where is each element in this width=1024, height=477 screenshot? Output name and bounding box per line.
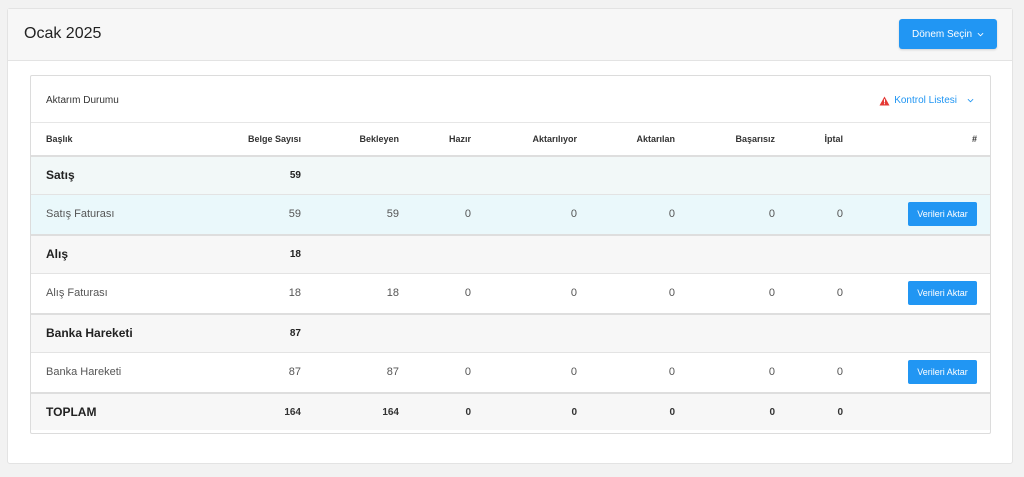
column-header-pending: Bekleyen [301, 123, 399, 157]
total-ready: 0 [399, 393, 471, 430]
table-row-purchase-invoice: Alış Faturası 18 18 0 0 0 0 0 Verileri A… [31, 273, 990, 315]
document-count-cell: 59 [171, 194, 301, 236]
row-title: Alış Faturası [31, 273, 171, 315]
group-row-sales: Satış 59 [31, 156, 990, 195]
group-row-bank-transactions: Banka Hareketi 87 [31, 314, 990, 353]
transfer-status-table: Başlık Belge Sayısı Bekleyen Hazır Aktar… [31, 123, 990, 430]
column-header-failed: Başarısız [675, 123, 775, 157]
total-label: TOPLAM [31, 393, 171, 430]
pending-cell: 87 [301, 352, 399, 394]
period-select-label: Dönem Seçin [911, 28, 973, 40]
total-pending: 164 [301, 393, 399, 430]
transfer-data-button[interactable]: Verileri Aktar [908, 360, 977, 385]
transfer-data-button[interactable]: Verileri Aktar [908, 202, 977, 227]
table-row-bank-transaction: Banka Hareketi 87 87 0 0 0 0 0 Verileri … [31, 352, 990, 394]
warning-triangle-icon [879, 96, 890, 105]
page-header: Ocak 2025 Dönem Seçin [8, 9, 1012, 61]
ready-cell: 0 [399, 194, 471, 236]
total-row: TOPLAM 164 164 0 0 0 0 0 [31, 393, 990, 430]
ready-cell: 0 [399, 352, 471, 394]
action-cell: Verileri Aktar [843, 352, 990, 394]
group-count: 87 [171, 314, 301, 353]
pending-cell: 59 [301, 194, 399, 236]
period-select-button[interactable]: Dönem Seçin [899, 19, 997, 49]
action-cell: Verileri Aktar [843, 273, 990, 315]
column-header-transferring: Aktarılıyor [471, 123, 577, 157]
transfer-status-panel: Aktarım Durumu Kontrol Listesi Başlık Be… [30, 75, 991, 434]
failed-cell: 0 [675, 352, 775, 394]
cancelled-cell: 0 [775, 273, 843, 315]
group-count: 18 [171, 235, 301, 274]
column-header-transferred: Aktarılan [577, 123, 675, 157]
group-count: 59 [171, 156, 301, 195]
row-title: Banka Hareketi [31, 352, 171, 394]
group-label: Alış [31, 235, 171, 274]
transfer-data-button[interactable]: Verileri Aktar [908, 281, 977, 306]
page-card: Ocak 2025 Dönem Seçin Aktarım Durumu Kon… [7, 8, 1013, 464]
panel-title: Aktarım Durumu [46, 95, 119, 106]
table-header-row: Başlık Belge Sayısı Bekleyen Hazır Aktar… [31, 123, 990, 157]
cancelled-cell: 0 [775, 352, 843, 394]
pending-cell: 18 [301, 273, 399, 315]
action-cell: Verileri Aktar [843, 194, 990, 236]
group-label: Satış [31, 156, 171, 195]
column-header-actions: # [843, 123, 990, 157]
failed-cell: 0 [675, 273, 775, 315]
checklist-label: Kontrol Listesi [894, 95, 957, 106]
total-transferring: 0 [471, 393, 577, 430]
ready-cell: 0 [399, 273, 471, 315]
transferring-cell: 0 [471, 273, 577, 315]
cancelled-cell: 0 [775, 194, 843, 236]
checklist-link[interactable]: Kontrol Listesi [879, 95, 974, 106]
column-header-document-count: Belge Sayısı [171, 123, 301, 157]
document-count-cell: 18 [171, 273, 301, 315]
column-header-title: Başlık [31, 123, 171, 157]
table-row-sales-invoice: Satış Faturası 59 59 0 0 0 0 0 Verileri … [31, 194, 990, 236]
total-document-count: 164 [171, 393, 301, 430]
page-title: Ocak 2025 [24, 25, 102, 42]
total-failed: 0 [675, 393, 775, 430]
failed-cell: 0 [675, 194, 775, 236]
total-transferred: 0 [577, 393, 675, 430]
transferred-cell: 0 [577, 194, 675, 236]
transferred-cell: 0 [577, 352, 675, 394]
column-header-ready: Hazır [399, 123, 471, 157]
transferring-cell: 0 [471, 352, 577, 394]
transferring-cell: 0 [471, 194, 577, 236]
panel-header: Aktarım Durumu Kontrol Listesi [31, 76, 990, 123]
group-row-purchases: Alış 18 [31, 235, 990, 274]
chevron-down-icon [977, 32, 984, 36]
group-label: Banka Hareketi [31, 314, 171, 353]
document-count-cell: 87 [171, 352, 301, 394]
total-cancelled: 0 [775, 393, 843, 430]
row-title: Satış Faturası [31, 194, 171, 236]
column-header-cancelled: İptal [775, 123, 843, 157]
transferred-cell: 0 [577, 273, 675, 315]
chevron-down-icon [967, 98, 974, 103]
